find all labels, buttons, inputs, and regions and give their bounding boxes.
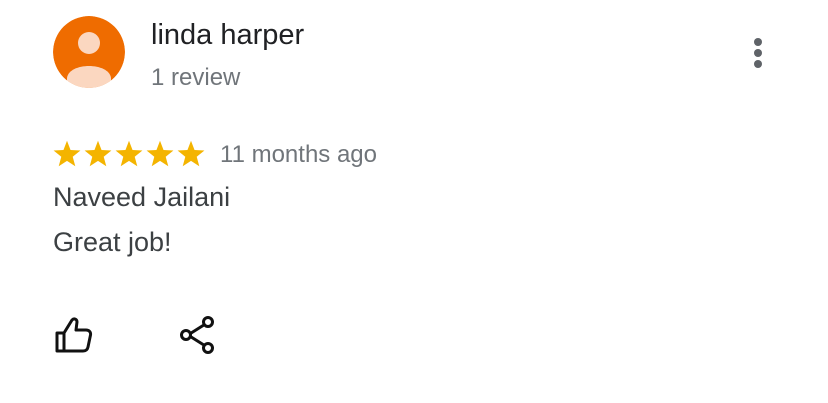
review-text-line: Naveed Jailani [53, 182, 231, 212]
star-icon [115, 140, 143, 167]
share-button[interactable] [176, 313, 220, 357]
star-icon [177, 140, 205, 167]
person-avatar-icon [53, 16, 125, 88]
star-icon [84, 140, 112, 167]
review-text-line: Great job! [53, 227, 172, 257]
star-icon [146, 140, 174, 167]
avatar[interactable] [53, 16, 125, 88]
like-button[interactable] [51, 313, 95, 357]
star-rating [52, 137, 206, 171]
more-vertical-icon [754, 38, 762, 68]
share-icon [180, 316, 214, 354]
reviewer-name[interactable]: linda harper [151, 16, 304, 54]
thumb-up-icon [55, 317, 93, 353]
star-icon [53, 140, 81, 167]
reviewer-review-count: 1 review [151, 64, 241, 91]
review-time: 11 months ago [220, 141, 377, 168]
more-options-button[interactable] [740, 30, 776, 76]
